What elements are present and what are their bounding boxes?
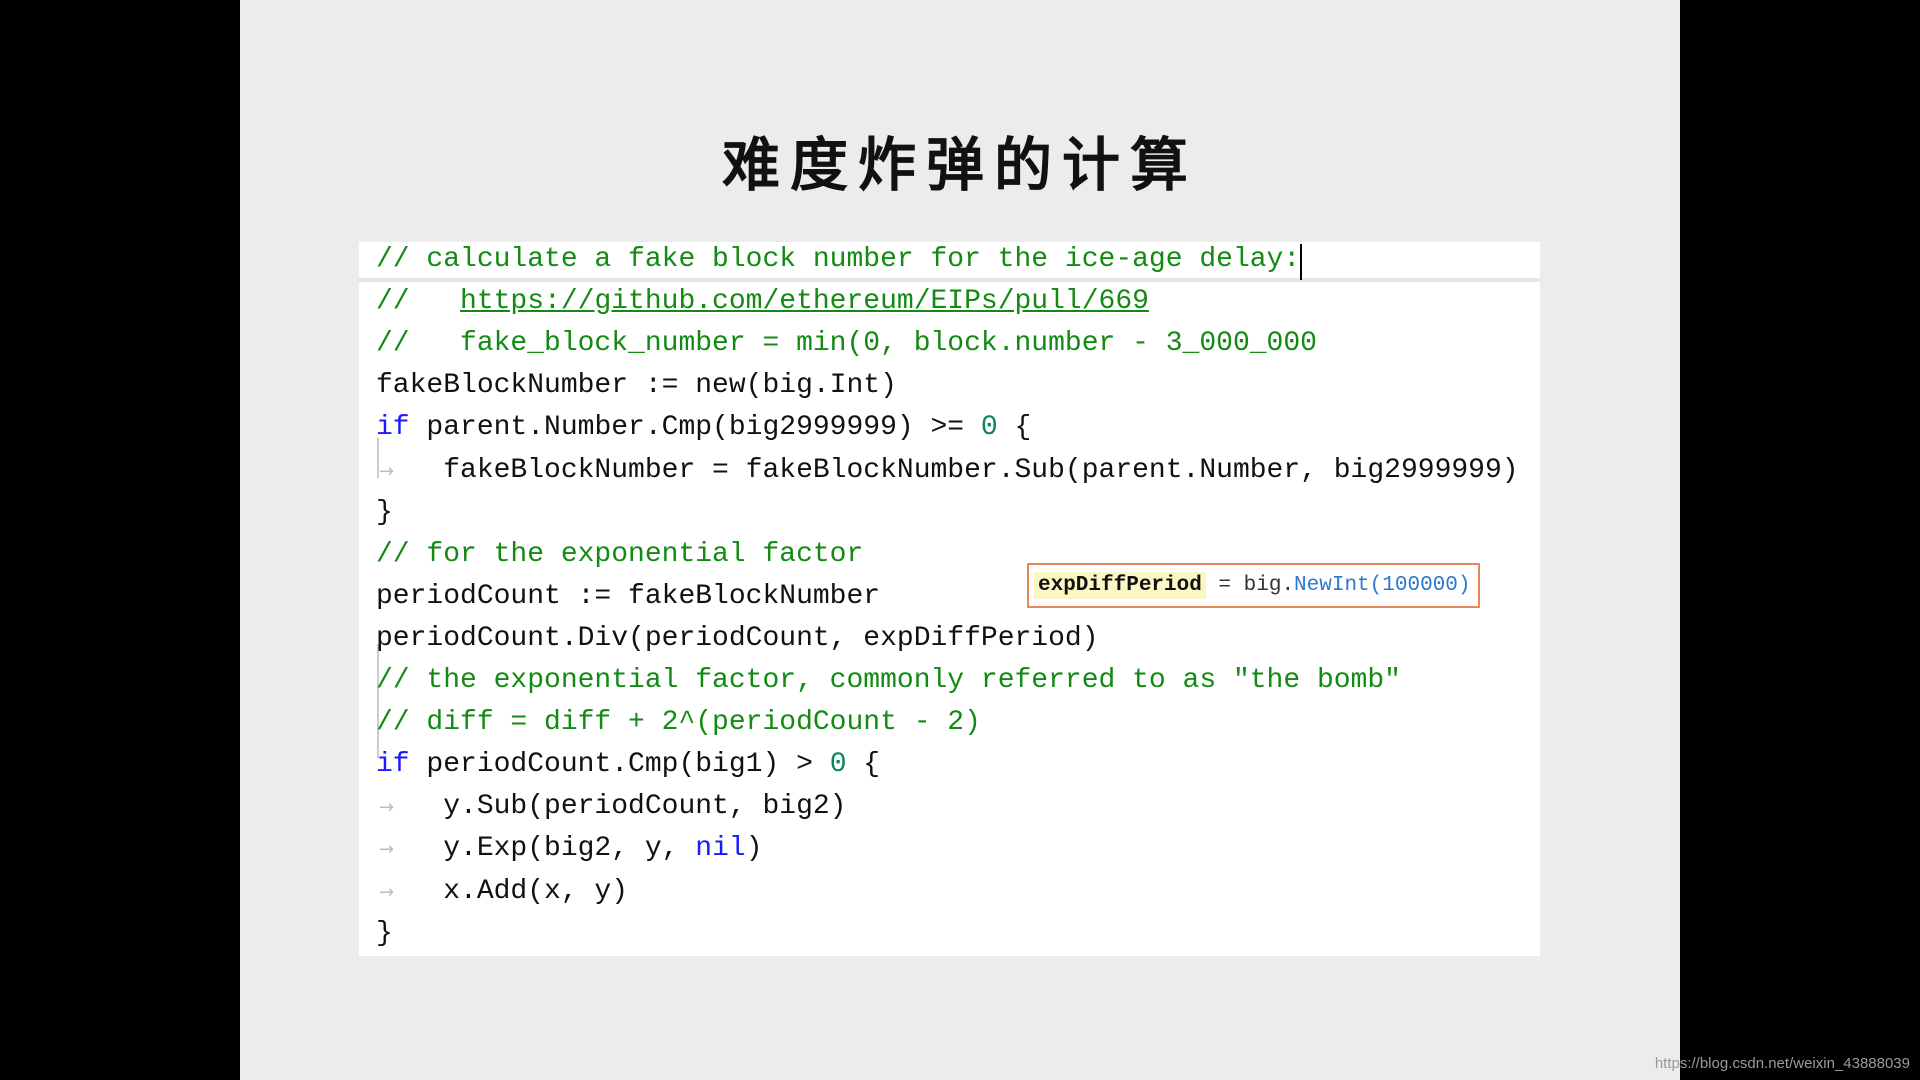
code-token: nil bbox=[695, 833, 746, 865]
tab-arrow-icon: → bbox=[379, 797, 395, 819]
code-token: } bbox=[376, 496, 393, 528]
hover-tooltip: expDiffPeriod = big.NewInt(100000) bbox=[1027, 563, 1481, 608]
tooltip-text: = big. bbox=[1205, 574, 1295, 597]
code-block[interactable]: // calculate a fake block number for the… bbox=[359, 242, 1540, 956]
link[interactable]: https://github.com/ethereum/EIPs/pull/66… bbox=[460, 286, 1149, 317]
code-token: { bbox=[997, 412, 1032, 444]
code-line: periodCount := fakeBlockNumber bbox=[376, 576, 880, 618]
code-token: // calculate a fake block number for the… bbox=[376, 244, 1301, 275]
code-token: parent.Number.Cmp(big2999999) >= bbox=[409, 412, 981, 444]
code-token: periodCount.Cmp(big1) > bbox=[409, 749, 830, 781]
code-token: // bbox=[376, 286, 461, 318]
code-token: ) bbox=[745, 833, 763, 865]
code-line: } bbox=[376, 913, 393, 955]
tooltip-call: NewInt(100000) bbox=[1294, 574, 1471, 597]
code-token: fakeBlockNumber = fakeBlockNumber.Sub(pa… bbox=[376, 454, 1519, 486]
code-token: if bbox=[376, 749, 410, 781]
code-line: // diff = diff + 2^(periodCount - 2) bbox=[376, 702, 981, 744]
code-line: // https://github.com/ethereum/EIPs/pull… bbox=[376, 281, 1149, 323]
code-token: x.Add(x, y) bbox=[376, 875, 629, 907]
code-line: fakeBlockNumber := new(big.Int) bbox=[376, 365, 897, 407]
code-token: // fake_block_number = min(0, block.numb… bbox=[376, 328, 1317, 360]
code-line: // the exponential factor, commonly refe… bbox=[376, 660, 1401, 702]
tooltip-identifier: expDiffPeriod bbox=[1034, 572, 1206, 599]
code-line: if parent.Number.Cmp(big2999999) >= 0 { bbox=[376, 407, 1031, 449]
code-token: y.Exp(big2, y, bbox=[376, 833, 696, 865]
code-token: if bbox=[376, 412, 410, 444]
code-line: periodCount.Div(periodCount, expDiffPeri… bbox=[376, 618, 1099, 660]
code-line: x.Add(x, y) bbox=[376, 871, 628, 913]
text-caret bbox=[1300, 244, 1302, 280]
tab-arrow-icon: → bbox=[379, 881, 395, 903]
code-token: } bbox=[376, 917, 393, 949]
code-token: // diff = diff + 2^(periodCount - 2) bbox=[376, 707, 981, 739]
code-token: // for the exponential factor bbox=[376, 538, 864, 570]
code-line: y.Sub(periodCount, big2) bbox=[376, 786, 846, 828]
tab-arrow-icon: → bbox=[379, 460, 395, 482]
code-line: // calculate a fake block number for the… bbox=[376, 239, 1300, 281]
code-token: { bbox=[846, 749, 881, 781]
tab-arrow-icon: → bbox=[379, 839, 395, 861]
slide: 难度炸弹的计算 // calculate a fake block number… bbox=[240, 0, 1680, 1080]
code-token: periodCount.Div(periodCount, expDiffPeri… bbox=[376, 622, 1099, 654]
code-token: 0 bbox=[829, 749, 847, 781]
code-line: if periodCount.Cmp(big1) > 0 { bbox=[376, 744, 880, 786]
code-line: // fake_block_number = min(0, block.numb… bbox=[376, 323, 1317, 365]
code-token: y.Sub(periodCount, big2) bbox=[376, 791, 847, 823]
code-token: periodCount := fakeBlockNumber bbox=[376, 580, 881, 612]
slide-title: 难度炸弹的计算 bbox=[721, 131, 1198, 199]
code-token: fakeBlockNumber := new(big.Int) bbox=[376, 370, 897, 402]
watermark: https://blog.csdn.net/weixin_43888039 bbox=[1654, 1055, 1910, 1072]
code-line: y.Exp(big2, y, nil) bbox=[376, 828, 763, 870]
code-token: // the exponential factor, commonly refe… bbox=[376, 665, 1401, 696]
code-line: } bbox=[376, 492, 393, 534]
code-line: // for the exponential factor bbox=[376, 534, 863, 576]
code-token: 0 bbox=[980, 412, 998, 444]
code-line: fakeBlockNumber = fakeBlockNumber.Sub(pa… bbox=[376, 450, 1519, 492]
